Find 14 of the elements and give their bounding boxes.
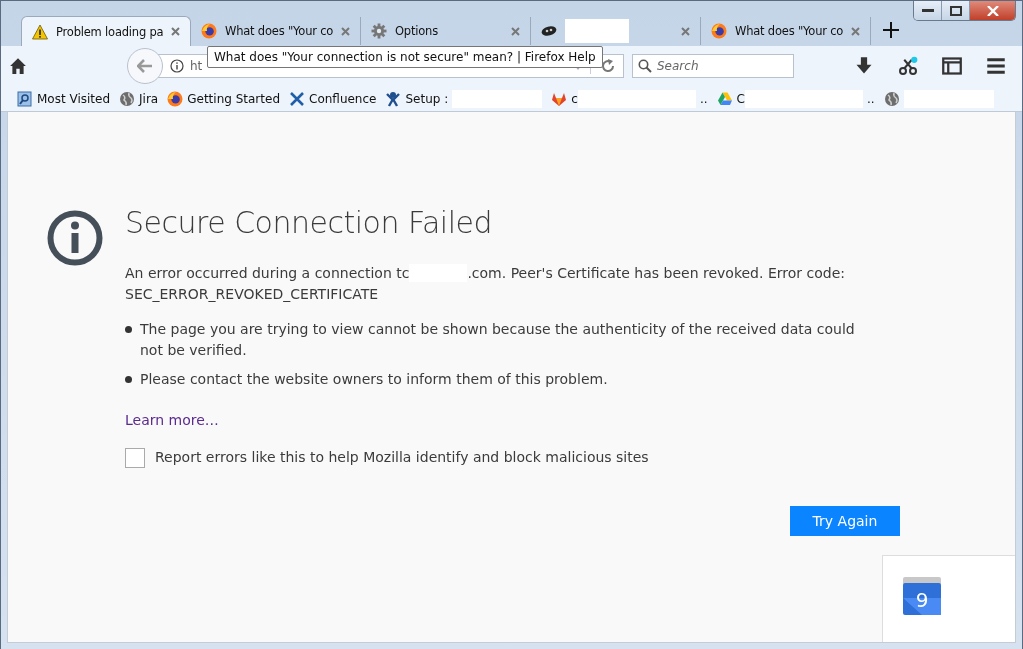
bullet-text: Please contact the website owners to inform them of this problem. xyxy=(140,370,608,389)
tab-title: Options xyxy=(395,24,439,38)
bullet-text: The page you are trying to view cannot be shown because the authenticity of the received data could not be verified. xyxy=(140,320,856,360)
url-text: ht xyxy=(190,59,203,73)
tab-title: What does "Your co xyxy=(225,24,334,38)
tab-title: What does "Your co xyxy=(735,24,844,38)
error-code: SEC_ERROR_REVOKED_CERTIFICATE xyxy=(125,285,380,304)
checkbox-label: Report errors like this to help Mozilla identify and block malicious sites xyxy=(155,448,649,467)
tab-title: Problem loading pa xyxy=(56,24,164,39)
error-title: Secure Connection Failed xyxy=(125,212,493,233)
bookmark-ellipsis: .. xyxy=(699,91,708,106)
tooltip: What does "Your connection is not secure" mean? | Firefox Help xyxy=(207,46,603,68)
bookmark-ellipsis: .. xyxy=(866,91,875,106)
error-message: An error occurred during a connection tc .com. Peer's Certificate has been revoked. Error code: xyxy=(125,263,846,284)
